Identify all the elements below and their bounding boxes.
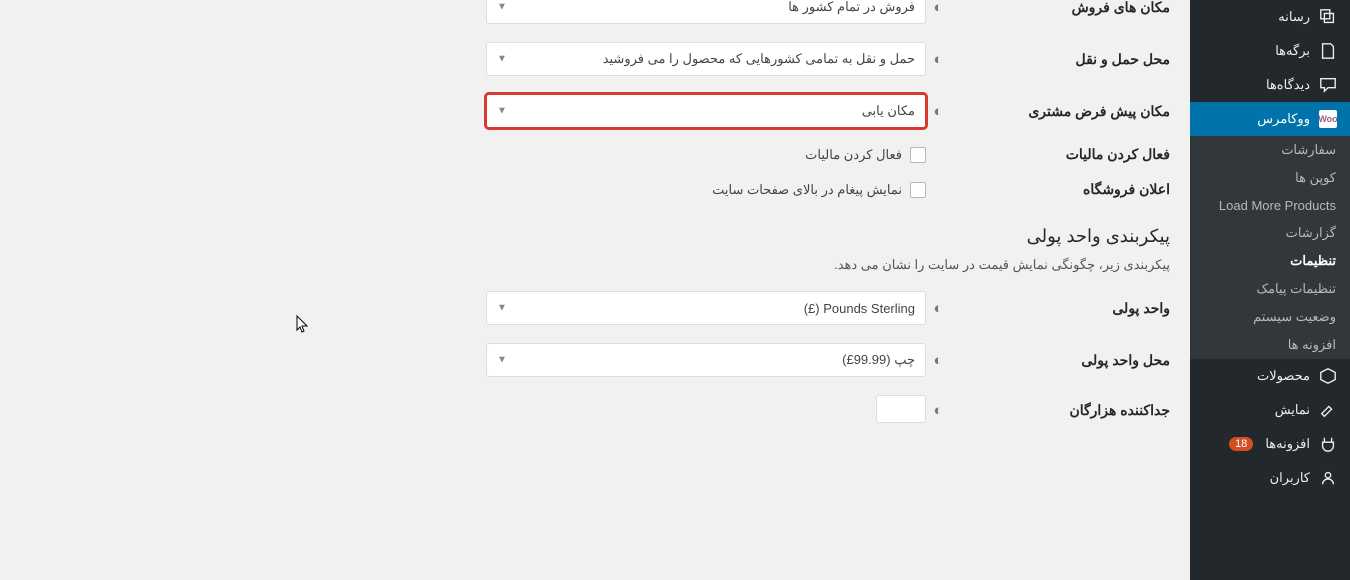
select-value: حمل و نقل به تمامی کشورهایی که محصول را …	[603, 51, 915, 67]
sidebar-sub-orders[interactable]: سفارشات	[1190, 136, 1350, 164]
label-thousand-separator: جداکننده هزارگان	[950, 402, 1170, 419]
help-icon[interactable]: ◐	[926, 0, 950, 16]
admin-sidebar: رسانه برگه‌ها دیدگاه‌ها Woo ووکامرس سفار…	[1190, 0, 1350, 580]
sidebar-item-comments[interactable]: دیدگاه‌ها	[1190, 68, 1350, 102]
row-store-notice: اعلان فروشگاه نمایش پیغام در بالای صفحات…	[20, 181, 1170, 198]
select-currency-position[interactable]: چپ (99.99£) ▼	[486, 343, 926, 377]
select-value: فروش در تمام کشور ها	[788, 0, 915, 15]
checkbox-label: نمایش پیغام در بالای صفحات سایت	[712, 182, 902, 198]
select-value: چپ (99.99£)	[842, 352, 915, 368]
sidebar-item-appearance[interactable]: نمایش	[1190, 393, 1350, 427]
sidebar-label: رسانه	[1278, 9, 1310, 25]
label-store-notice: اعلان فروشگاه	[950, 181, 1170, 198]
sidebar-sub-loadmore[interactable]: Load More Products	[1190, 192, 1350, 219]
help-icon[interactable]: ◐	[926, 103, 950, 120]
checkbox-label: فعال کردن مالیات	[805, 147, 902, 163]
pages-icon	[1318, 42, 1338, 60]
select-selling-location[interactable]: فروش در تمام کشور ها ▼	[486, 0, 926, 24]
row-thousand-separator: جداکننده هزارگان ◐	[20, 395, 1170, 426]
sidebar-sub-sms[interactable]: تنظیمات پیامک	[1190, 275, 1350, 303]
chevron-down-icon: ▼	[497, 54, 507, 65]
sidebar-label: نمایش	[1275, 402, 1310, 418]
sidebar-label: محصولات	[1257, 368, 1310, 384]
select-value: (£) Pounds Sterling	[804, 301, 915, 316]
settings-content: مکان های فروش ◐ فروش در تمام کشور ها ▼ م…	[0, 0, 1190, 444]
woocommerce-submenu: سفارشات کوپن ها Load More Products گزارش…	[1190, 136, 1350, 359]
chevron-down-icon: ▼	[497, 2, 507, 13]
sidebar-item-media[interactable]: رسانه	[1190, 0, 1350, 34]
media-icon	[1318, 8, 1338, 26]
row-currency: واحد پولی ◐ (£) Pounds Sterling ▼	[20, 291, 1170, 325]
plugins-icon	[1318, 435, 1338, 453]
appearance-icon	[1318, 401, 1338, 419]
sidebar-sub-reports[interactable]: گزارشات	[1190, 219, 1350, 247]
help-icon[interactable]: ◐	[926, 51, 950, 68]
help-icon[interactable]: ◐	[926, 402, 950, 419]
row-shipping-location: محل حمل و نقل ◐ حمل و نقل به تمامی کشوره…	[20, 42, 1170, 76]
checkbox-store-notice[interactable]	[910, 182, 926, 198]
row-selling-location: مکان های فروش ◐ فروش در تمام کشور ها ▼	[20, 0, 1170, 24]
comments-icon	[1318, 76, 1338, 94]
users-icon	[1318, 469, 1338, 487]
select-value: مکان یابی	[862, 103, 915, 119]
sidebar-label: ووکامرس	[1257, 111, 1310, 127]
sidebar-sub-status[interactable]: وضعیت سیستم	[1190, 303, 1350, 331]
label-currency-position: محل واحد پولی	[950, 352, 1170, 369]
label-customer-location: مکان پیش فرض مشتری	[950, 103, 1170, 120]
help-icon[interactable]: ◐	[926, 352, 950, 369]
sidebar-label: دیدگاه‌ها	[1266, 77, 1310, 93]
sidebar-sub-coupons[interactable]: کوپن ها	[1190, 164, 1350, 192]
label-shipping-location: محل حمل و نقل	[950, 51, 1170, 68]
sidebar-label: افزونه‌ها	[1265, 436, 1310, 452]
chevron-down-icon: ▼	[497, 303, 507, 314]
row-currency-position: محل واحد پولی ◐ چپ (99.99£) ▼	[20, 343, 1170, 377]
woocommerce-icon: Woo	[1318, 110, 1338, 128]
sidebar-item-users[interactable]: کاربران	[1190, 461, 1350, 495]
sidebar-label: کاربران	[1270, 470, 1310, 486]
select-shipping-location[interactable]: حمل و نقل به تمامی کشورهایی که محصول را …	[486, 42, 926, 76]
input-thousand-separator[interactable]	[876, 395, 926, 423]
sidebar-item-products[interactable]: محصولات	[1190, 359, 1350, 393]
chevron-down-icon: ▼	[497, 355, 507, 366]
section-title-currency: پیکربندی واحد پولی	[20, 226, 1170, 247]
label-selling-location: مکان های فروش	[950, 0, 1170, 16]
select-currency[interactable]: (£) Pounds Sterling ▼	[486, 291, 926, 325]
label-currency: واحد پولی	[950, 300, 1170, 317]
row-customer-location: مکان پیش فرض مشتری ◐ مکان یابی ▼	[20, 94, 1170, 128]
plugins-update-badge: 18	[1229, 437, 1253, 451]
label-enable-tax: فعال کردن مالیات	[950, 146, 1170, 163]
sidebar-item-pages[interactable]: برگه‌ها	[1190, 34, 1350, 68]
sidebar-sub-settings[interactable]: تنظیمات	[1190, 247, 1350, 275]
chevron-down-icon: ▼	[497, 106, 507, 117]
help-icon[interactable]: ◐	[926, 300, 950, 317]
row-enable-tax: فعال کردن مالیات فعال کردن مالیات	[20, 146, 1170, 163]
sidebar-sub-addons[interactable]: افزونه ها	[1190, 331, 1350, 359]
section-desc-currency: پیکربندی زیر، چگونگی نمایش قیمت در سایت …	[20, 257, 1170, 273]
sidebar-label: برگه‌ها	[1275, 43, 1310, 59]
select-customer-location[interactable]: مکان یابی ▼	[486, 94, 926, 128]
products-icon	[1318, 367, 1338, 385]
sidebar-item-plugins[interactable]: افزونه‌ها 18	[1190, 427, 1350, 461]
sidebar-item-woocommerce[interactable]: Woo ووکامرس	[1190, 102, 1350, 136]
checkbox-enable-tax[interactable]	[910, 147, 926, 163]
